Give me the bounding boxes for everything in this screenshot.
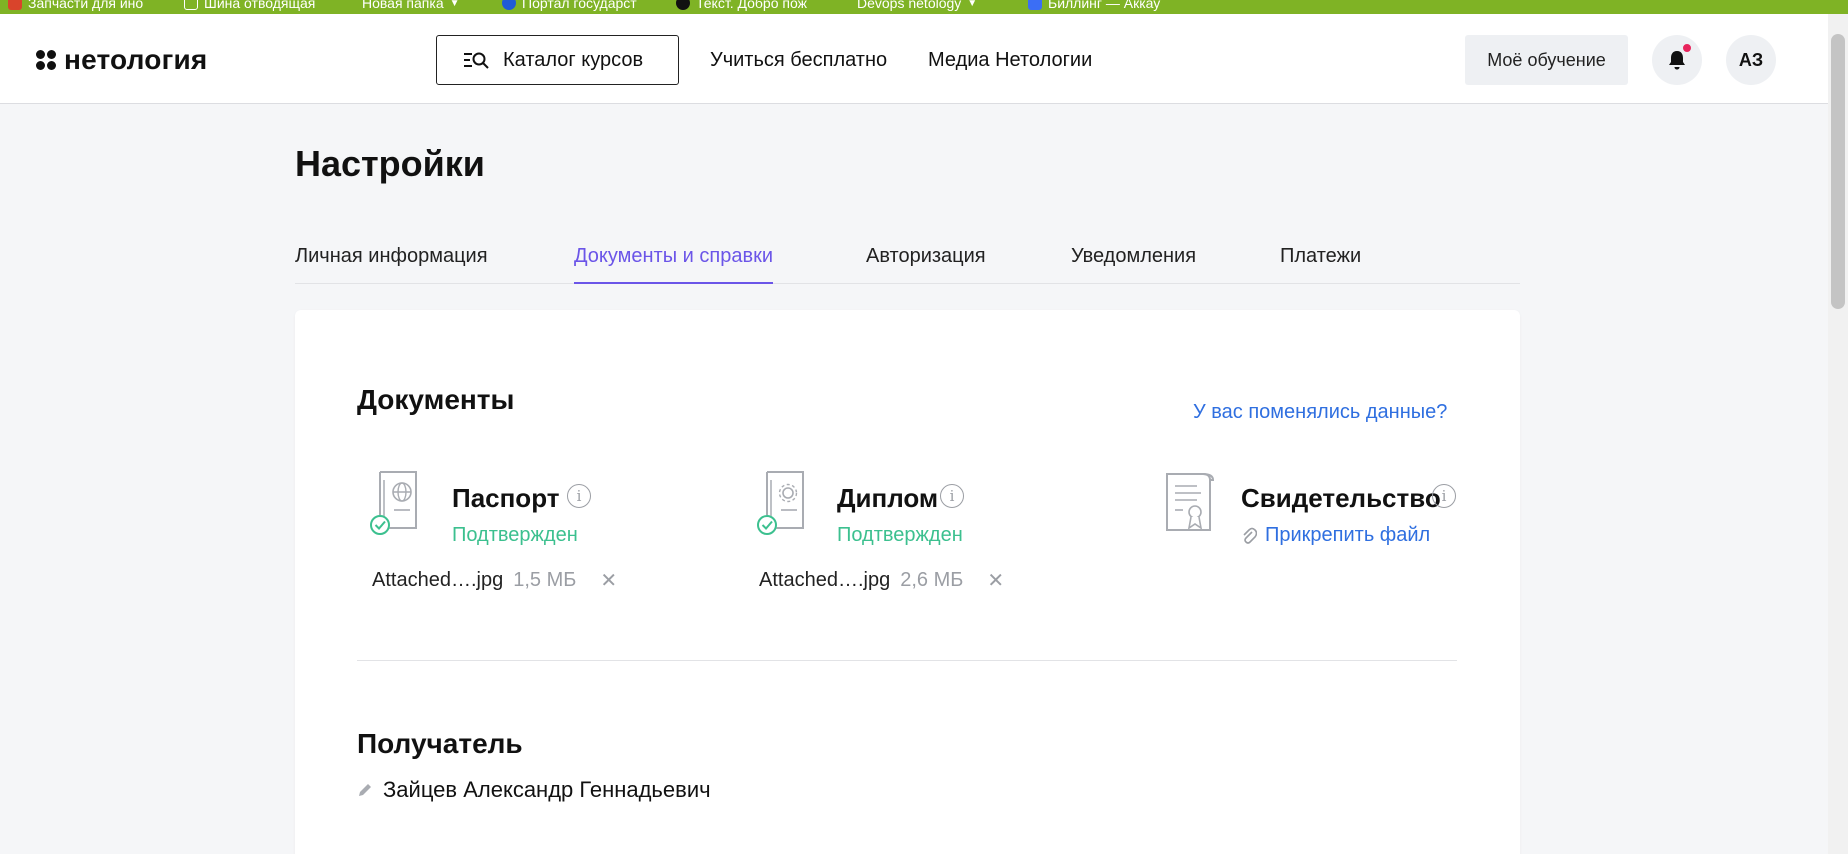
attached-file: Attached….jpg 1,5 МБ ✕ (372, 568, 617, 593)
notifications-button[interactable] (1652, 35, 1702, 85)
nav-learn-free[interactable]: Учиться бесплатно (710, 49, 887, 72)
passport-icon (370, 471, 417, 535)
logo-icon (36, 50, 56, 70)
bookmark-item[interactable]: Биллинг — Аккау (1028, 0, 1160, 11)
bookmark-item[interactable]: Портал государст (502, 0, 637, 11)
certificate-icon (1166, 473, 1215, 531)
recipient-title: Получатель (357, 728, 523, 759)
documents-title: Документы (357, 384, 515, 415)
dots-icon (676, 0, 690, 10)
document-status: Подтвержден (837, 524, 963, 546)
data-changed-link[interactable]: У вас поменялись данные? (1193, 401, 1447, 424)
bookmark-item[interactable]: Запчасти для ино (8, 0, 143, 11)
yc-icon (1028, 0, 1042, 10)
recipient-row: Зайцев Александр Геннадьевич (357, 777, 711, 803)
chevron-down-icon: ▼ (967, 0, 978, 9)
catalog-search-icon (464, 52, 489, 69)
file-name[interactable]: Attached….jpg (372, 569, 503, 592)
remove-file-icon[interactable]: ✕ (600, 568, 617, 593)
bookmark-folder[interactable]: Devops netology ▼ (857, 0, 978, 11)
tab-payments[interactable]: Платежи (1280, 245, 1361, 284)
page-scrollbar[interactable] (1828, 14, 1848, 854)
info-icon[interactable]: i (940, 484, 964, 508)
catalog-button[interactable]: Каталог курсов (436, 35, 679, 85)
section-divider (357, 660, 1457, 661)
my-learning-button[interactable]: Моё обучение (1465, 35, 1628, 85)
tab-authorization[interactable]: Авторизация (866, 245, 986, 284)
scrollbar-thumb[interactable] (1831, 34, 1845, 309)
file-size: 1,5 МБ (513, 569, 577, 591)
remove-file-icon[interactable]: ✕ (987, 568, 1004, 593)
logo[interactable]: нетология (36, 44, 207, 76)
document-status: Подтвержден (452, 524, 578, 546)
document-name: Свидетельство (1241, 483, 1441, 513)
pencil-icon[interactable] (357, 782, 373, 798)
settings-tabs: Личная информация Документы и справки Ав… (295, 240, 1520, 284)
document-name: Паспорт (452, 483, 560, 513)
avatar[interactable]: АЗ (1726, 35, 1776, 85)
diploma-icon (757, 471, 804, 535)
tab-personal-info[interactable]: Личная информация (295, 245, 488, 284)
info-icon[interactable]: i (567, 484, 591, 508)
logo-text: нетология (64, 44, 208, 75)
nav-media[interactable]: Медиа Нетологии (928, 49, 1092, 72)
document-name: Диплом (837, 483, 939, 513)
attached-file: Attached….jpg 2,6 МБ ✕ (759, 568, 1004, 593)
chevron-down-icon: ▼ (449, 0, 460, 9)
file-size: 2,6 МБ (900, 569, 964, 591)
attach-file-link[interactable]: Прикрепить файл (1241, 524, 1430, 547)
bookmark-item[interactable]: Текст. Добро пож (676, 0, 807, 11)
bookmark-item[interactable]: Шина отводящая (184, 0, 315, 11)
site-header: нетология Каталог курсов Учиться бесплат… (0, 14, 1828, 104)
calendar-icon (8, 0, 22, 10)
gov-icon (502, 0, 516, 10)
file-name[interactable]: Attached….jpg (759, 569, 890, 592)
info-icon[interactable]: i (1432, 484, 1456, 508)
tab-documents[interactable]: Документы и справки (574, 245, 774, 284)
page-icon (184, 0, 198, 10)
page-title: Настройки (295, 143, 485, 184)
notification-badge (1682, 43, 1692, 53)
recipient-name: Зайцев Александр Геннадьевич (383, 777, 711, 802)
paperclip-icon (1243, 527, 1257, 544)
documents-card: Документы У вас поменялись данные? Паспо… (295, 310, 1520, 854)
tab-notifications[interactable]: Уведомления (1071, 245, 1196, 284)
bookmark-folder[interactable]: Новая папка ▼ (362, 0, 460, 11)
bookmarks-bar: Запчасти для ино Шина отводящая Новая па… (0, 0, 1848, 14)
